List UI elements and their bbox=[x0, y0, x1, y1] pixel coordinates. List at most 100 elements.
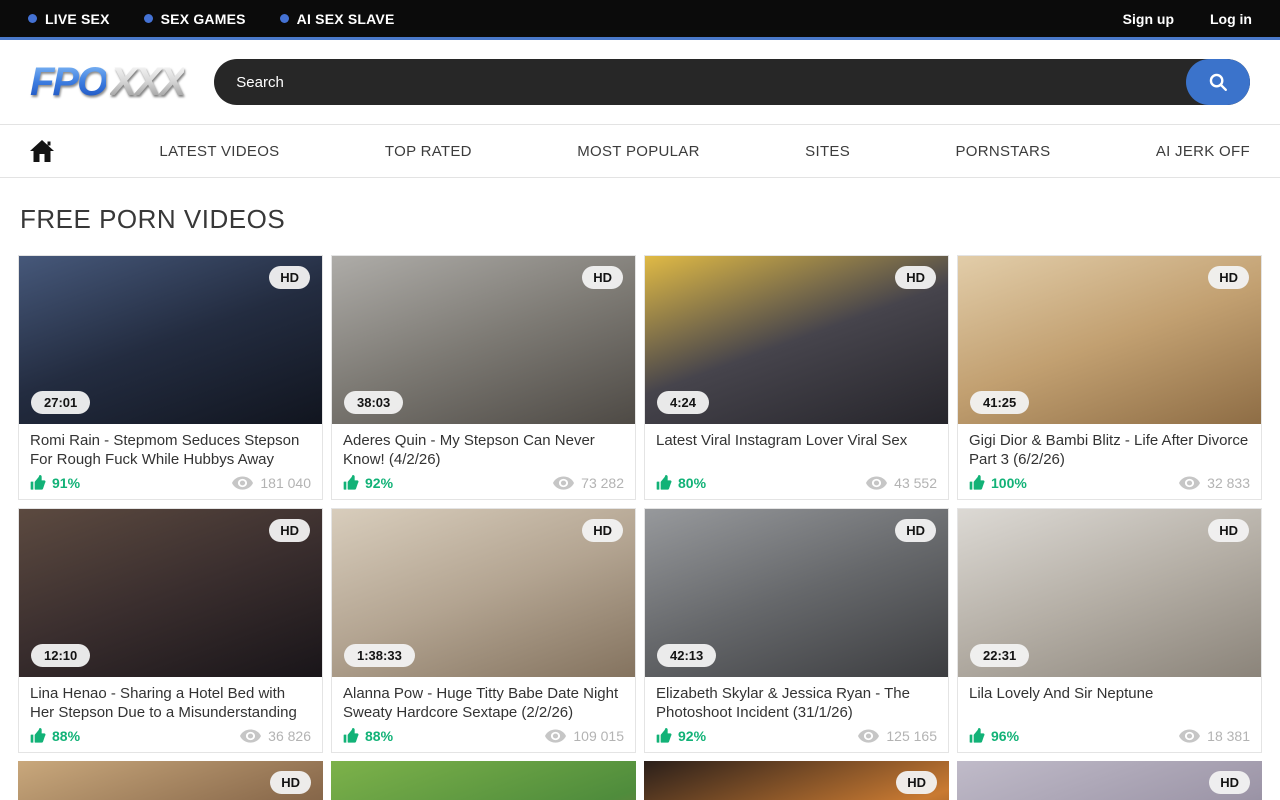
rating-value: 100% bbox=[991, 475, 1027, 491]
link-label: AI SEX SLAVE bbox=[297, 11, 395, 27]
top-bar: LIVE SEX SEX GAMES AI SEX SLAVE Sign up … bbox=[0, 0, 1280, 40]
duration-badge: 22:31 bbox=[970, 644, 1029, 667]
thumbs-up-icon bbox=[30, 475, 46, 491]
video-card[interactable]: HD 1:38:33 Alanna Pow - Huge Titty Babe … bbox=[331, 508, 636, 753]
video-thumbnail[interactable]: HD 4:24 bbox=[645, 256, 948, 424]
login-link[interactable]: Log in bbox=[1210, 11, 1252, 27]
video-thumbnail[interactable]: HD bbox=[644, 761, 949, 800]
page-title: FREE PORN VIDEOS bbox=[20, 204, 1262, 235]
hd-badge: HD bbox=[582, 266, 623, 289]
thumbs-up-icon bbox=[969, 475, 985, 491]
video-card[interactable] bbox=[331, 761, 636, 800]
video-thumbnail[interactable]: HD 22:31 bbox=[958, 509, 1261, 677]
top-bar-links: LIVE SEX SEX GAMES AI SEX SLAVE bbox=[28, 11, 395, 27]
video-title: Latest Viral Instagram Lover Viral Sex bbox=[656, 432, 937, 470]
views-count: 125 165 bbox=[886, 728, 937, 744]
video-meta: 88% 109 015 bbox=[343, 728, 624, 744]
eye-icon bbox=[1179, 476, 1200, 490]
video-thumbnail[interactable]: HD bbox=[957, 761, 1262, 800]
video-thumbnail[interactable]: HD 38:03 bbox=[332, 256, 635, 424]
video-title: Elizabeth Skylar & Jessica Ryan - The Ph… bbox=[656, 685, 937, 723]
video-card[interactable]: HD 27:01 Romi Rain - Stepmom Seduces Ste… bbox=[18, 255, 323, 500]
video-card[interactable]: HD bbox=[644, 761, 949, 800]
video-thumbnail[interactable]: HD 1:38:33 bbox=[332, 509, 635, 677]
main-content: FREE PORN VIDEOS HD 27:01 Romi Rain - St… bbox=[0, 204, 1280, 800]
views-count: 109 015 bbox=[573, 728, 624, 744]
video-thumbnail[interactable]: HD bbox=[18, 761, 323, 800]
video-info: Lina Henao - Sharing a Hotel Bed with He… bbox=[19, 677, 322, 752]
video-info: Latest Viral Instagram Lover Viral Sex 8… bbox=[645, 424, 948, 499]
link-sex-games[interactable]: SEX GAMES bbox=[144, 11, 246, 27]
signup-link[interactable]: Sign up bbox=[1123, 11, 1174, 27]
video-title: Alanna Pow - Huge Titty Babe Date Night … bbox=[343, 685, 624, 723]
nav-top-rated[interactable]: TOP RATED bbox=[385, 143, 472, 160]
hd-badge: HD bbox=[1208, 266, 1249, 289]
rating-value: 96% bbox=[991, 728, 1019, 744]
eye-icon bbox=[232, 476, 253, 490]
search-input[interactable] bbox=[214, 59, 1186, 105]
nav-sites[interactable]: SITES bbox=[805, 143, 850, 160]
search-button[interactable] bbox=[1186, 59, 1250, 105]
views: 109 015 bbox=[545, 728, 624, 744]
nav-latest-videos[interactable]: LATEST VIDEOS bbox=[159, 143, 279, 160]
views: 181 040 bbox=[232, 475, 311, 491]
link-live-sex[interactable]: LIVE SEX bbox=[28, 11, 110, 27]
rating: 91% bbox=[30, 475, 80, 491]
video-card[interactable]: HD 12:10 Lina Henao - Sharing a Hotel Be… bbox=[18, 508, 323, 753]
eye-icon bbox=[545, 729, 566, 743]
nav-most-popular[interactable]: MOST POPULAR bbox=[577, 143, 700, 160]
nav-pornstars[interactable]: PORNSTARS bbox=[955, 143, 1050, 160]
eye-icon bbox=[866, 476, 887, 490]
search-icon bbox=[1207, 71, 1229, 93]
video-card[interactable]: HD 22:31 Lila Lovely And Sir Neptune 96% bbox=[957, 508, 1262, 753]
video-meta: 96% 18 381 bbox=[969, 728, 1250, 744]
rating: 88% bbox=[30, 728, 80, 744]
video-title: Lila Lovely And Sir Neptune bbox=[969, 685, 1250, 723]
hd-badge: HD bbox=[1209, 771, 1250, 794]
hd-badge: HD bbox=[1208, 519, 1249, 542]
video-card[interactable]: HD 38:03 Aderes Quin - My Stepson Can Ne… bbox=[331, 255, 636, 500]
video-card[interactable]: HD bbox=[18, 761, 323, 800]
nav-ai-jerk-off[interactable]: AI JERK OFF bbox=[1156, 143, 1250, 160]
video-thumbnail[interactable]: HD 27:01 bbox=[19, 256, 322, 424]
video-thumbnail[interactable] bbox=[331, 761, 636, 800]
site-header: FPO XXX bbox=[0, 40, 1280, 124]
hd-badge: HD bbox=[895, 266, 936, 289]
video-card[interactable]: HD 41:25 Gigi Dior & Bambi Blitz - Life … bbox=[957, 255, 1262, 500]
video-card[interactable]: HD 42:13 Elizabeth Skylar & Jessica Ryan… bbox=[644, 508, 949, 753]
eye-icon bbox=[553, 476, 574, 490]
hd-badge: HD bbox=[269, 519, 310, 542]
views: 125 165 bbox=[858, 728, 937, 744]
video-card[interactable]: HD 4:24 Latest Viral Instagram Lover Vir… bbox=[644, 255, 949, 500]
eye-icon bbox=[1179, 729, 1200, 743]
bullet-icon bbox=[28, 14, 37, 23]
video-title: Gigi Dior & Bambi Blitz - Life After Div… bbox=[969, 432, 1250, 470]
rating-value: 91% bbox=[52, 475, 80, 491]
video-info: Elizabeth Skylar & Jessica Ryan - The Ph… bbox=[645, 677, 948, 752]
site-logo[interactable]: FPO XXX bbox=[30, 60, 184, 105]
thumbs-up-icon bbox=[969, 728, 985, 744]
thumbs-up-icon bbox=[656, 475, 672, 491]
views-count: 43 552 bbox=[894, 475, 937, 491]
video-meta: 92% 125 165 bbox=[656, 728, 937, 744]
video-thumbnail[interactable]: HD 42:13 bbox=[645, 509, 948, 677]
link-ai-sex-slave[interactable]: AI SEX SLAVE bbox=[280, 11, 395, 27]
thumbs-up-icon bbox=[343, 728, 359, 744]
views-count: 36 826 bbox=[268, 728, 311, 744]
eye-icon bbox=[240, 729, 261, 743]
video-card[interactable]: HD bbox=[957, 761, 1262, 800]
video-grid-partial: HD HD HD bbox=[18, 761, 1262, 800]
duration-badge: 41:25 bbox=[970, 391, 1029, 414]
video-thumbnail[interactable]: HD 12:10 bbox=[19, 509, 322, 677]
video-info: Aderes Quin - My Stepson Can Never Know!… bbox=[332, 424, 635, 499]
search-bar bbox=[214, 59, 1250, 105]
video-thumbnail[interactable]: HD 41:25 bbox=[958, 256, 1261, 424]
video-meta: 88% 36 826 bbox=[30, 728, 311, 744]
views-count: 181 040 bbox=[260, 475, 311, 491]
nav-home[interactable] bbox=[30, 140, 54, 162]
logo-text-xxx: XXX bbox=[110, 60, 184, 105]
video-grid: HD 27:01 Romi Rain - Stepmom Seduces Ste… bbox=[18, 255, 1262, 753]
duration-badge: 12:10 bbox=[31, 644, 90, 667]
bullet-icon bbox=[144, 14, 153, 23]
account-links: Sign up Log in bbox=[1123, 11, 1252, 27]
